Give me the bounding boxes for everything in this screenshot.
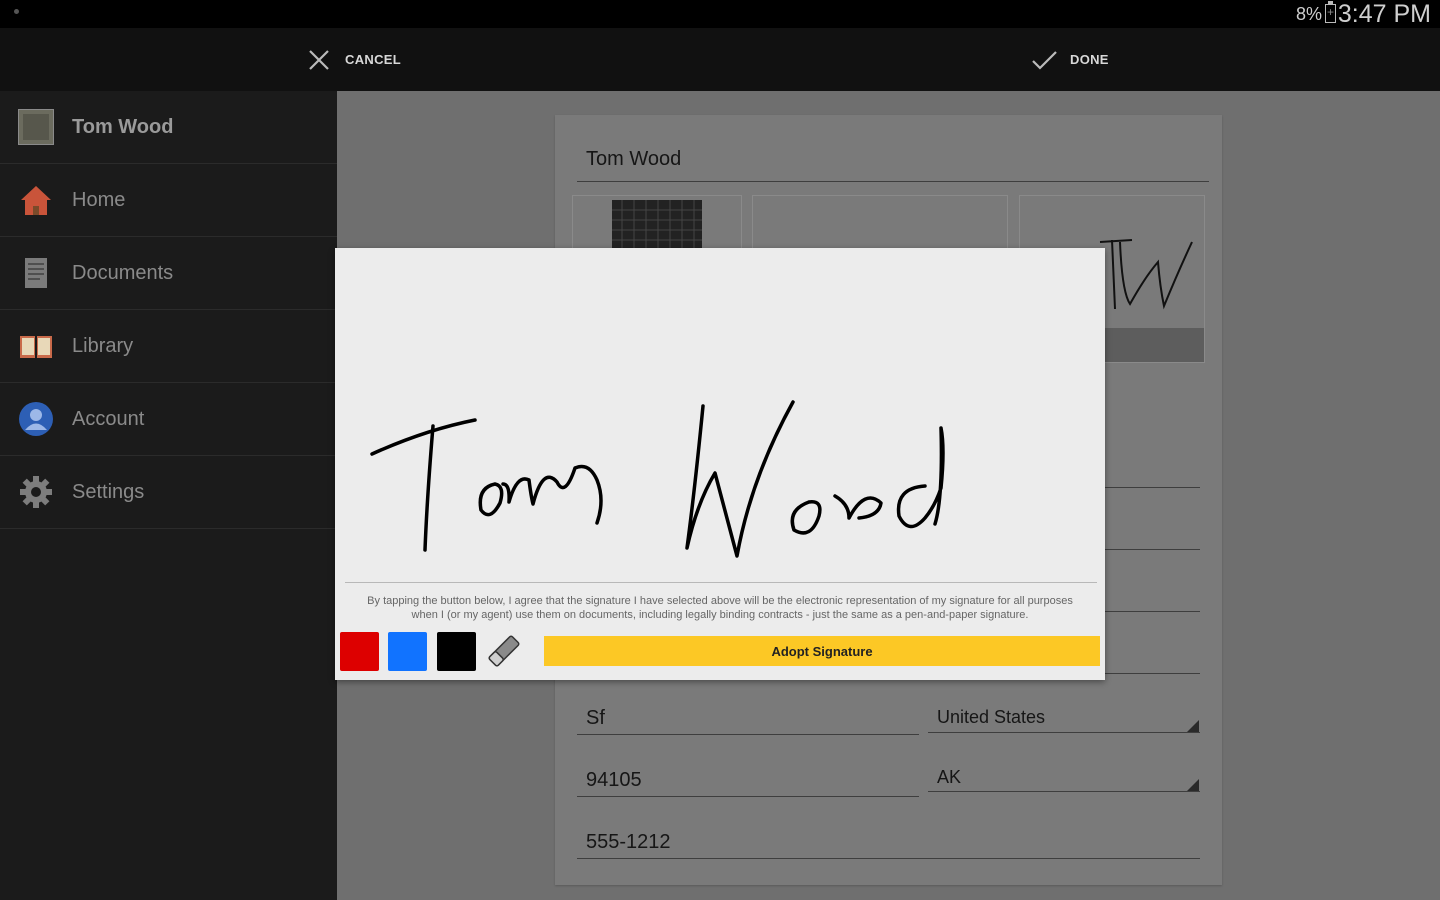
legal-text-line-2: when I (or my agent) use them on documen… — [411, 609, 1029, 621]
sidebar-item-label: Settings — [72, 480, 145, 503]
profile-name: Tom Wood — [72, 115, 174, 138]
close-icon — [309, 49, 329, 70]
legal-text-line-1: By tapping the button below, I agree tha… — [367, 595, 1073, 607]
blue-ink-button[interactable] — [388, 632, 427, 671]
check-icon — [1032, 50, 1057, 70]
dropdown-arrow-icon — [1187, 779, 1199, 791]
battery-percent: 8% — [1295, 4, 1322, 24]
sidebar-item-settings[interactable]: Settings — [0, 456, 337, 529]
status-bar: 8% 3:47 PM — [0, 0, 1440, 28]
sidebar-item-label: Account — [72, 407, 145, 430]
documents-icon — [25, 258, 47, 288]
done-button[interactable]: DONE — [1030, 28, 1109, 91]
sidebar-item-label: Home — [72, 188, 126, 211]
settings-icon — [20, 476, 52, 508]
clock: 3:47 PM — [1337, 0, 1431, 28]
zip-field[interactable]: 94105 — [577, 769, 919, 797]
sidebar: Tom Wood Home Documents Library Account … — [0, 91, 337, 900]
sidebar-item-documents[interactable]: Documents — [0, 237, 337, 310]
sidebar-item-label: Documents — [72, 261, 174, 284]
account-icon — [19, 402, 53, 436]
sidebar-item-home[interactable]: Home — [0, 164, 337, 237]
adopt-signature-button[interactable]: Adopt Signature — [544, 636, 1100, 666]
city-field[interactable]: Sf — [577, 707, 919, 735]
sidebar-item-label: Library — [72, 334, 134, 357]
country-dropdown[interactable]: United States — [928, 707, 1200, 733]
sidebar-item-library[interactable]: Library — [0, 310, 337, 383]
sidebar-item-account[interactable]: Account — [0, 383, 337, 456]
signature-dialog: By tapping the button below, I agree tha… — [335, 248, 1105, 680]
avatar — [18, 109, 54, 145]
battery-icon — [1325, 1, 1336, 23]
dropdown-arrow-icon — [1187, 720, 1199, 732]
phone-field[interactable]: 555-1212 — [577, 831, 1200, 859]
signature-canvas[interactable] — [335, 248, 1105, 578]
field-underline — [1105, 611, 1200, 612]
field-underline — [1105, 673, 1200, 674]
home-icon — [21, 186, 51, 215]
state-dropdown[interactable]: AK — [928, 767, 1200, 792]
signature-baseline — [345, 582, 1097, 583]
red-ink-button[interactable] — [340, 632, 379, 671]
field-underline — [1105, 549, 1200, 550]
cancel-label: CANCEL — [345, 52, 401, 67]
field-underline — [1105, 487, 1200, 488]
black-ink-button[interactable] — [437, 632, 476, 671]
notification-dot-icon — [14, 9, 19, 14]
done-label: DONE — [1070, 52, 1109, 67]
legal-disclaimer: By tapping the button below, I agree tha… — [355, 594, 1085, 622]
action-bar: CANCEL DONE — [0, 28, 1440, 91]
library-icon — [20, 336, 52, 358]
cancel-button[interactable]: CANCEL — [305, 28, 401, 91]
keyboard-photo-icon — [612, 200, 702, 250]
sidebar-profile[interactable]: Tom Wood — [0, 91, 337, 164]
name-field[interactable]: Tom Wood — [577, 147, 1209, 182]
eraser-icon[interactable] — [485, 632, 523, 670]
